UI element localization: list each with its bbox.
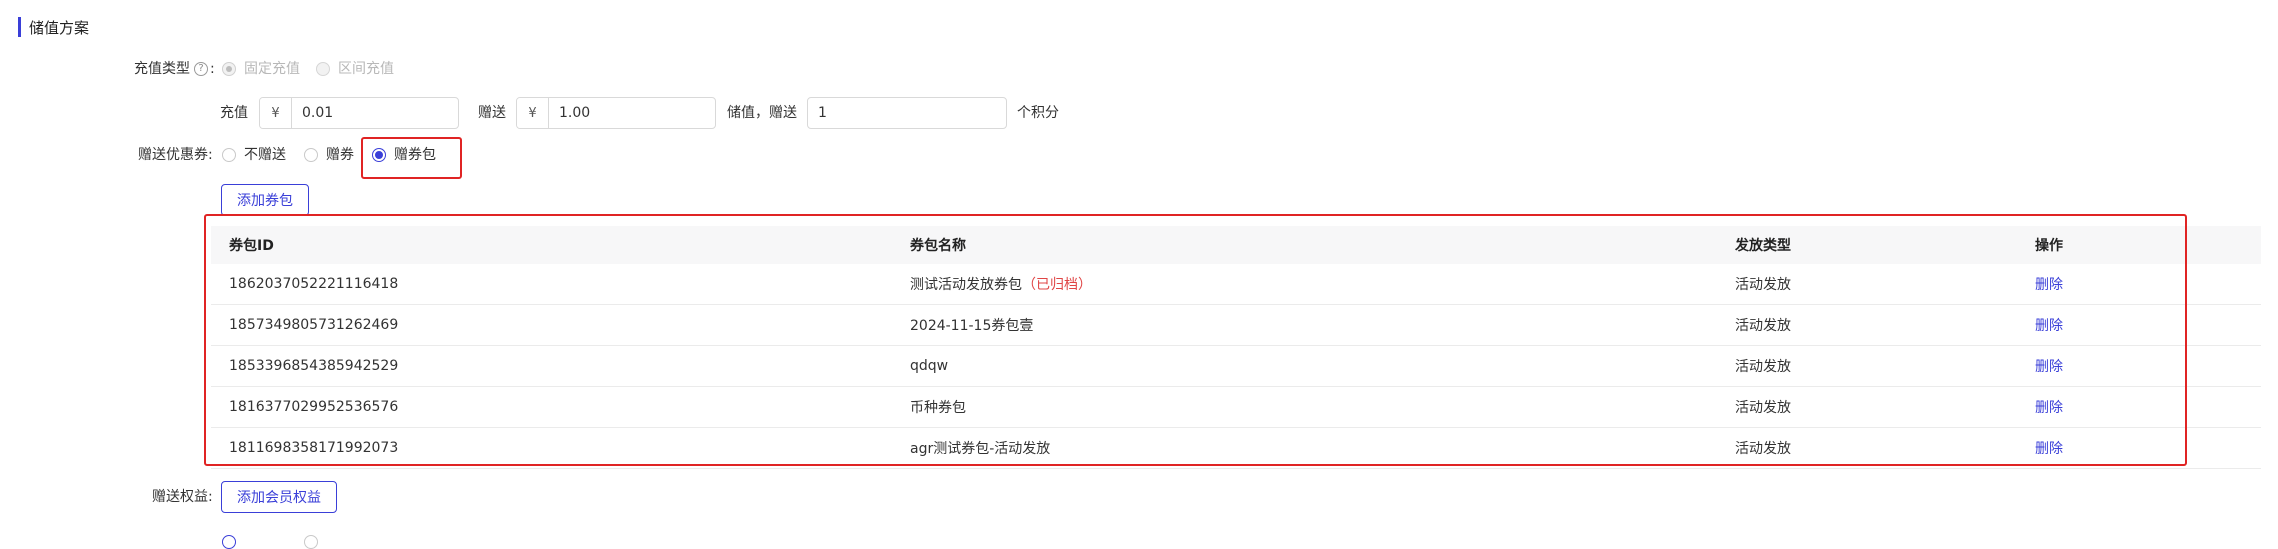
recharge-amount-value: 0.01 [302,105,334,121]
radio-fixed-recharge[interactable]: 固定充值 [222,59,300,79]
section-title: 储值方案 [29,18,90,37]
partial-radio-circle[interactable] [304,535,318,549]
help-icon[interactable]: ? [194,62,208,76]
gift-amount-value: 1.00 [559,105,591,121]
radio-no-gift-circle [222,148,236,162]
points-unit-label: 个积分 [1017,105,1059,121]
radio-gift-coupon-label: 赠券 [326,147,354,163]
coupon-gift-label: 赠送优惠券: [138,147,213,163]
radio-range-circle [316,62,330,76]
radio-range-recharge[interactable]: 区间充值 [316,59,394,79]
recharge-label: 充值 [220,105,248,121]
radio-fixed-circle [222,62,236,76]
radio-gift-coupon[interactable]: 赠券 [304,145,354,165]
radio-range-label: 区间充值 [338,61,394,77]
highlight-box-coupon-pack [361,137,462,179]
radio-no-gift-label: 不赠送 [244,147,286,163]
add-coupon-pack-button[interactable]: 添加券包 [221,184,309,216]
recharge-type-colon: : [210,61,215,77]
benefits-label: 赠送权益: [152,489,213,505]
currency-prefix: ¥ [517,98,549,128]
add-member-benefit-button[interactable]: 添加会员权益 [221,481,337,513]
gift-label: 赠送 [478,105,506,121]
radio-no-gift[interactable]: 不赠送 [222,145,286,165]
gift-amount-input[interactable]: ¥ 1.00 [516,97,716,129]
store-gift-label: 储值，赠送 [727,105,797,121]
partial-radio-circle[interactable] [222,535,236,549]
recharge-type-label-text: 充值类型 [134,61,190,77]
highlight-box-table [204,214,2187,466]
recharge-amount-input[interactable]: ¥ 0.01 [259,97,459,129]
section-header: 储值方案 [18,14,89,40]
points-input[interactable]: 1 [807,97,1007,129]
points-value: 1 [818,105,827,121]
radio-gift-coupon-circle [304,148,318,162]
recharge-type-label: 充值类型 ? : [134,59,215,79]
radio-fixed-label: 固定充值 [244,61,300,77]
section-accent-bar [18,17,21,37]
currency-prefix: ¥ [260,98,292,128]
